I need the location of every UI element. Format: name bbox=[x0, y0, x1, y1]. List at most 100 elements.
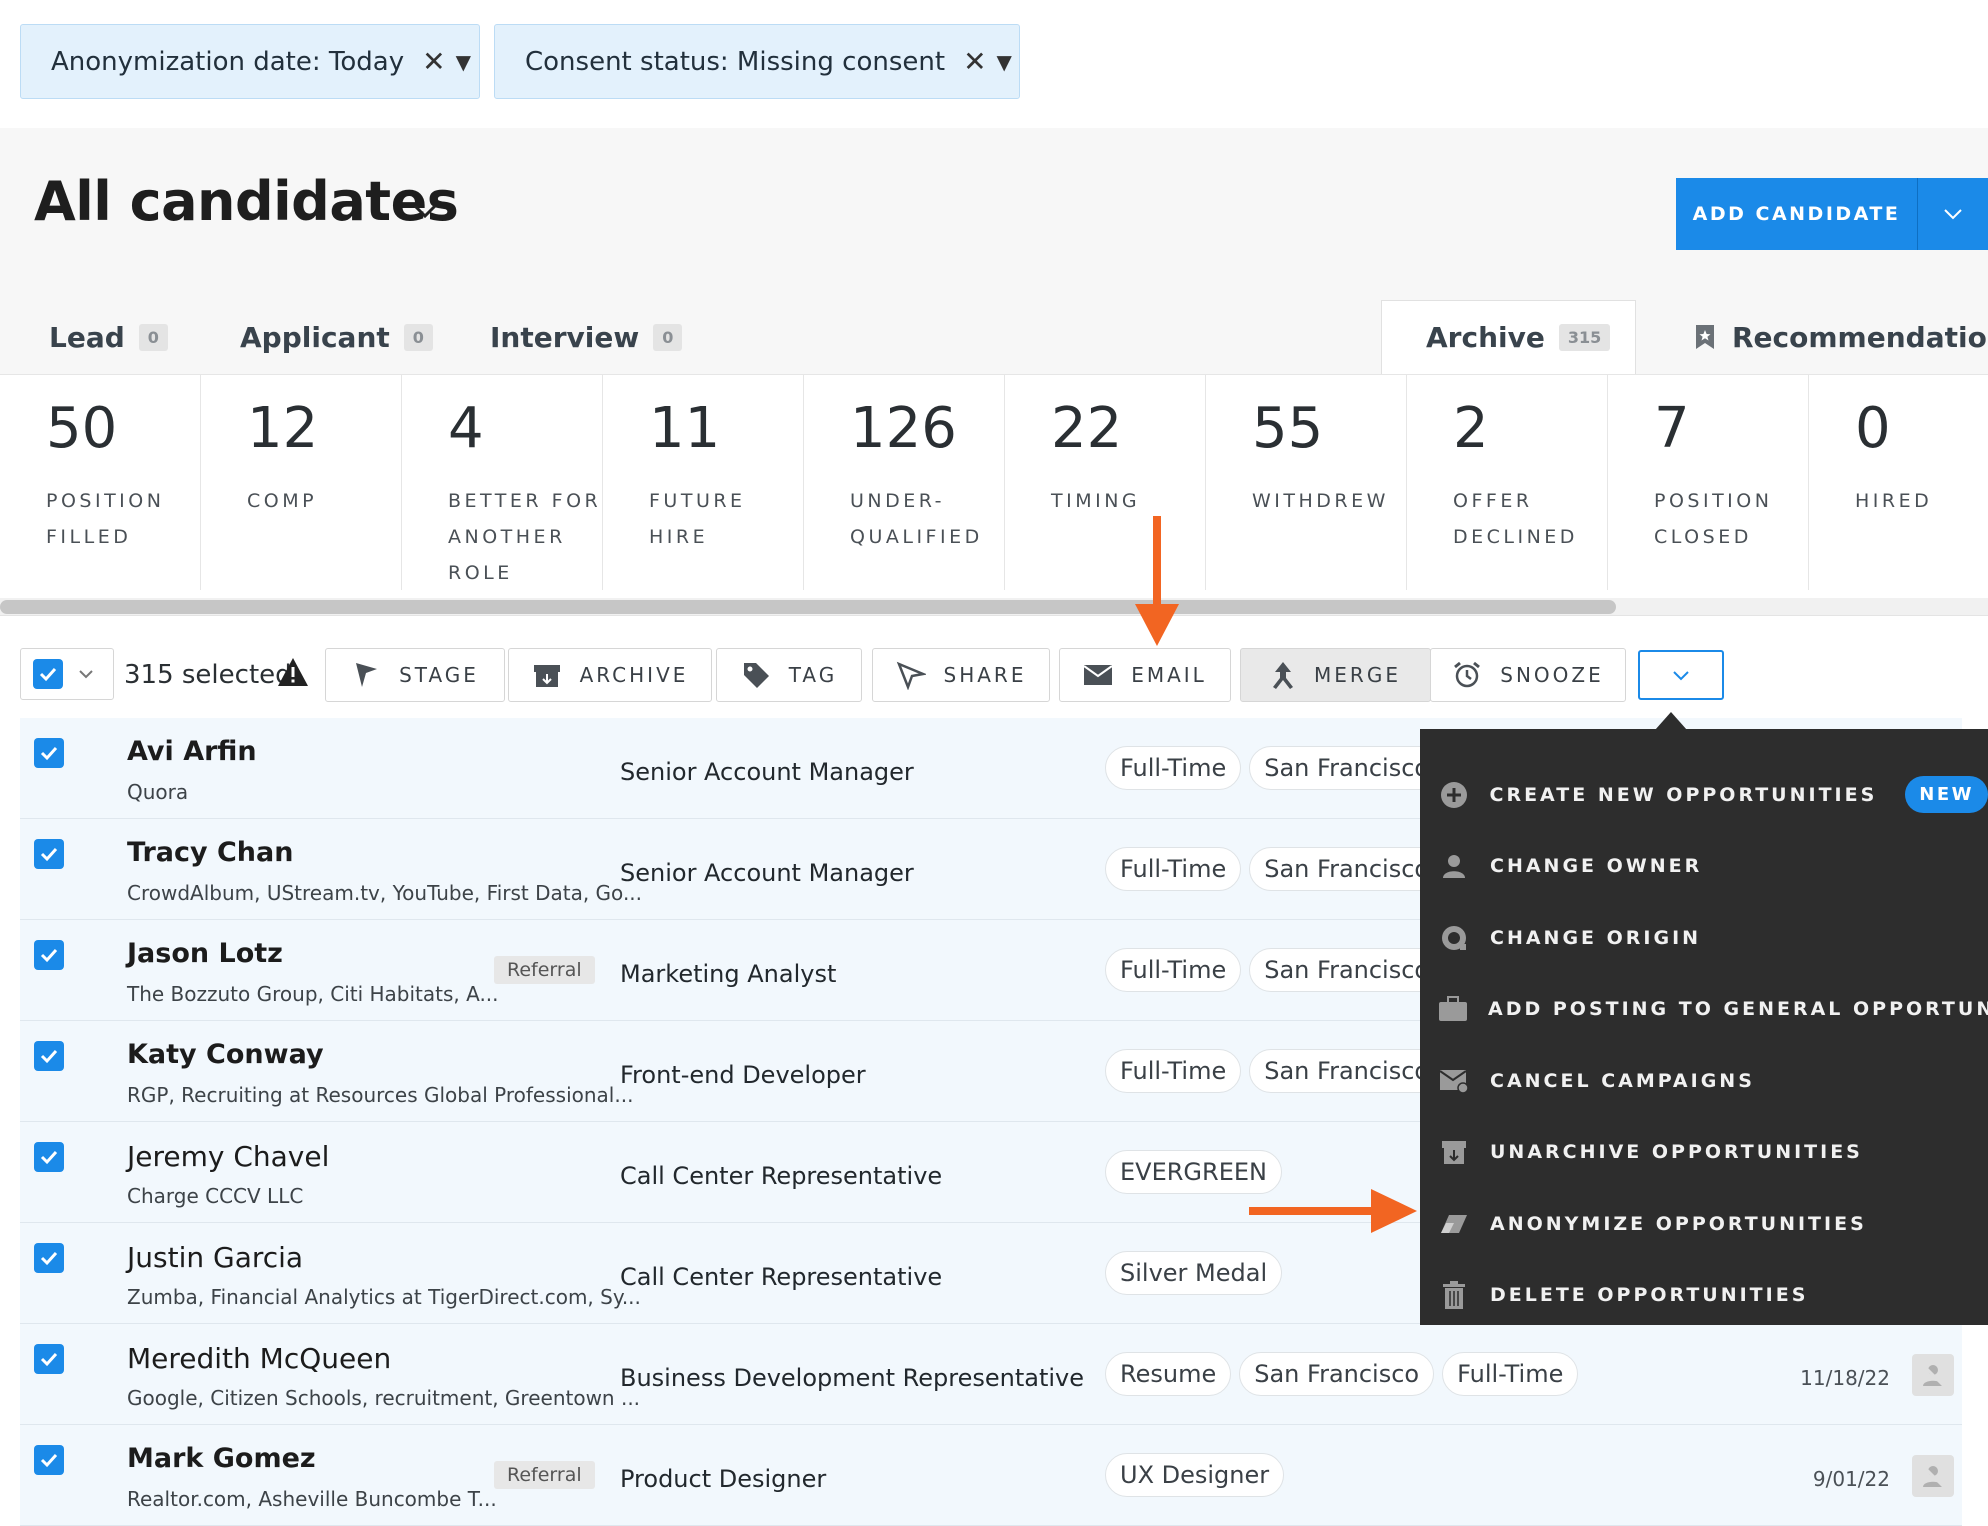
tag-pill[interactable]: San Francisco bbox=[1239, 1352, 1435, 1396]
scrollbar-thumb[interactable] bbox=[0, 600, 1616, 614]
tag-pill[interactable]: Full-Time bbox=[1105, 948, 1242, 992]
tag-pill[interactable]: UX Designer bbox=[1105, 1453, 1285, 1497]
reason-count: 12 bbox=[247, 396, 319, 461]
tab-interview[interactable]: Interview 0 bbox=[490, 300, 683, 374]
person-icon bbox=[1443, 855, 1465, 879]
tag-button[interactable]: TAG bbox=[716, 648, 862, 702]
candidate-name[interactable]: Tracy Chan bbox=[127, 837, 293, 868]
reason-card[interactable]: 11 FUTURE HIRE bbox=[603, 375, 804, 590]
tab-count: 315 bbox=[1558, 324, 1611, 351]
menu-item-cancel-campaigns[interactable]: CANCEL CAMPAIGNS bbox=[1420, 1045, 1988, 1117]
filter-consent-status[interactable]: Consent status: Missing consent ✕ ▼ bbox=[494, 24, 1020, 99]
row-checkbox[interactable] bbox=[34, 1344, 64, 1374]
candidate-company: CrowdAlbum, UStream.tv, YouTube, First D… bbox=[127, 881, 643, 905]
candidate-name[interactable]: Mark Gomez bbox=[127, 1443, 316, 1474]
referral-badge: Referral bbox=[494, 1461, 595, 1489]
reason-count: 22 bbox=[1051, 396, 1123, 461]
reason-label: UNDER- QUALIFIED bbox=[850, 490, 983, 548]
caret-down-icon[interactable]: ▼ bbox=[456, 50, 471, 74]
menu-item-change-owner[interactable]: CHANGE OWNER bbox=[1420, 831, 1988, 903]
avatar[interactable] bbox=[1912, 1354, 1954, 1396]
tag-pill[interactable]: Silver Medal bbox=[1105, 1251, 1283, 1295]
menu-item-delete-opportunities[interactable]: DELETE OPPORTUNITIES bbox=[1420, 1260, 1988, 1332]
tag-pill[interactable]: Resume bbox=[1105, 1352, 1232, 1396]
unarchive-icon bbox=[1442, 1141, 1466, 1165]
filter-anonymization-date[interactable]: Anonymization date: Today ✕ ▼ bbox=[20, 24, 480, 99]
candidate-name[interactable]: Avi Arfin bbox=[127, 736, 257, 767]
menu-item-create-new-opportunities[interactable]: CREATE NEW OPPORTUNITIES NEW bbox=[1420, 759, 1988, 831]
reason-card[interactable]: 2 OFFER DECLINED bbox=[1407, 375, 1608, 590]
email-button[interactable]: EMAIL bbox=[1059, 648, 1231, 702]
tag-pill[interactable]: San Francisco bbox=[1249, 948, 1445, 992]
trash-icon bbox=[1443, 1281, 1465, 1310]
reason-card[interactable]: 12 COMP bbox=[201, 375, 402, 590]
row-checkbox[interactable] bbox=[34, 940, 64, 970]
horizontal-scrollbar[interactable] bbox=[0, 598, 1988, 616]
candidate-name[interactable]: Jason Lotz bbox=[127, 938, 283, 969]
tab-applicant[interactable]: Applicant 0 bbox=[240, 300, 433, 374]
tag-pill[interactable]: San Francisco bbox=[1249, 1049, 1445, 1093]
table-row[interactable]: Mark Gomez Realtor.com, Asheville Buncom… bbox=[20, 1425, 1962, 1526]
check-icon bbox=[40, 1453, 58, 1468]
candidate-name[interactable]: Meredith McQueen bbox=[127, 1342, 391, 1375]
more-actions-button[interactable] bbox=[1638, 650, 1724, 700]
caret-down-icon[interactable]: ▼ bbox=[997, 50, 1012, 74]
candidate-tags: Full-Time San Francisco bbox=[1105, 948, 1445, 992]
candidate-name[interactable]: Jeremy Chavel bbox=[127, 1140, 329, 1173]
reason-card[interactable]: 4 BETTER FOR ANOTHER ROLE bbox=[402, 375, 603, 590]
envelope-icon bbox=[1083, 665, 1113, 685]
flag-icon bbox=[356, 663, 378, 687]
add-candidate-dropdown[interactable] bbox=[1918, 178, 1988, 250]
menu-item-label: CANCEL CAMPAIGNS bbox=[1490, 1069, 1755, 1092]
archive-button[interactable]: ARCHIVE bbox=[508, 648, 712, 702]
menu-item-change-origin[interactable]: CHANGE ORIGIN bbox=[1420, 902, 1988, 974]
merge-button[interactable]: MERGE bbox=[1240, 648, 1431, 702]
row-checkbox[interactable] bbox=[34, 839, 64, 869]
row-checkbox[interactable] bbox=[34, 1142, 64, 1172]
menu-item-unarchive-opportunities[interactable]: UNARCHIVE OPPORTUNITIES bbox=[1420, 1117, 1988, 1189]
select-all-checkbox[interactable] bbox=[20, 648, 114, 700]
check-icon bbox=[40, 948, 58, 963]
reason-card[interactable]: 50 POSITION FILLED bbox=[0, 375, 201, 590]
avatar[interactable] bbox=[1912, 1455, 1954, 1497]
stage-button[interactable]: STAGE bbox=[325, 648, 505, 702]
filter-label: Anonymization date: Today bbox=[51, 46, 405, 77]
menu-item-label: DELETE OPPORTUNITIES bbox=[1490, 1284, 1809, 1307]
tag-pill[interactable]: Full-Time bbox=[1105, 847, 1242, 891]
tab-recommendations[interactable]: Recommendations bbox=[1694, 300, 1988, 374]
row-checkbox[interactable] bbox=[34, 1243, 64, 1273]
share-button[interactable]: SHARE bbox=[872, 648, 1050, 702]
person-snoozed-icon bbox=[1920, 1463, 1946, 1489]
close-icon[interactable]: ✕ bbox=[963, 45, 986, 78]
row-checkbox[interactable] bbox=[34, 1041, 64, 1071]
tab-lead[interactable]: Lead 0 bbox=[49, 300, 168, 374]
tag-pill[interactable]: Full-Time bbox=[1105, 746, 1242, 790]
candidate-name[interactable]: Katy Conway bbox=[127, 1039, 324, 1070]
chevron-down-icon bbox=[1673, 671, 1689, 681]
reason-card[interactable]: 7 POSITION CLOSED bbox=[1608, 375, 1809, 590]
add-candidate-button[interactable]: ADD CANDIDATE bbox=[1676, 178, 1988, 250]
tag-pill[interactable]: San Francisco bbox=[1249, 746, 1445, 790]
menu-item-anonymize-opportunities[interactable]: ANONYMIZE OPPORTUNITIES bbox=[1420, 1188, 1988, 1260]
tab-label: Recommendations bbox=[1732, 320, 1988, 354]
warning-icon[interactable] bbox=[276, 656, 310, 688]
reason-card[interactable]: 55 WITHDREW bbox=[1206, 375, 1407, 590]
reason-card[interactable]: 0 HIRED bbox=[1809, 375, 1988, 590]
tag-pill[interactable]: San Francisco bbox=[1249, 847, 1445, 891]
checkbox-checked[interactable] bbox=[33, 659, 63, 689]
menu-item-label: CHANGE ORIGIN bbox=[1490, 926, 1702, 949]
menu-item-add-posting[interactable]: ADD POSTING TO GENERAL OPPORTUNITIES bbox=[1420, 974, 1988, 1046]
tab-archive[interactable]: Archive 315 bbox=[1381, 300, 1636, 374]
row-checkbox[interactable] bbox=[34, 738, 64, 768]
tag-pill[interactable]: Full-Time bbox=[1105, 1049, 1242, 1093]
row-checkbox[interactable] bbox=[34, 1445, 64, 1475]
reason-card[interactable]: 126 UNDER- QUALIFIED bbox=[804, 375, 1005, 590]
chevron-down-icon[interactable] bbox=[77, 665, 95, 683]
tag-pill[interactable]: Full-Time bbox=[1442, 1352, 1579, 1396]
close-icon[interactable]: ✕ bbox=[422, 45, 445, 78]
table-row[interactable]: Meredith McQueen Google, Citizen Schools… bbox=[20, 1324, 1962, 1425]
chevron-down-icon[interactable] bbox=[410, 196, 440, 226]
tab-label: Interview bbox=[490, 320, 640, 354]
candidate-name[interactable]: Justin Garcia bbox=[127, 1241, 303, 1274]
snooze-button[interactable]: SNOOZE bbox=[1430, 648, 1626, 702]
